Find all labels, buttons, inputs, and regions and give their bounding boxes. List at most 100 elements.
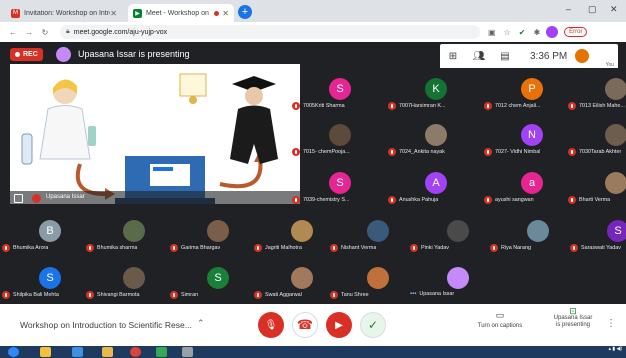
participant-name: Garima Bhargav [181,245,221,251]
url-field[interactable]: 🔒︎ meet.google.com/aju-yujp-vox [60,25,480,39]
avatar [605,172,626,194]
participant-tile[interactable]: S Shilpika Bali Mehta [2,267,98,301]
participant-tile[interactable]: Shivangi Barmota [86,267,182,301]
participant-tile[interactable]: A Anushka Pahuja [388,172,484,206]
participant-tile[interactable]: ▪▪▪ Upasana Issar [410,267,506,301]
participant-tile[interactable]: a ayushi sangwan [484,172,580,206]
mic-off-icon [410,244,418,252]
maximize-icon[interactable]: ▢ [588,4,597,15]
folder-icon[interactable] [102,347,113,357]
participant-name: Bhumika Arora [13,245,49,251]
mic-off-button[interactable]: 🎙︎ [258,312,284,338]
avatar [291,267,313,289]
participant-name: 7030Tarab Akhter [579,149,622,155]
paint-icon[interactable] [182,347,193,357]
participant-name-row: 7039-chemistry S... [292,196,388,204]
participant-tile[interactable]: N 7027- Vidhi Nimbal [484,124,580,158]
mic-off-icon [170,244,178,252]
participant-name: Shivangi Barmota [97,292,140,298]
presenter-text: Upasana Issar is presenting [78,49,190,59]
present-button[interactable]: ⊡ Upasana Issar is presenting [546,307,600,329]
self-avatar[interactable] [575,49,590,63]
participant-tile[interactable]: B Bhumika Arora [2,220,98,254]
participant-name-row: ayushi sangwan [484,196,580,204]
participant-tile[interactable]: S Saraswati Yadav [570,220,626,254]
raise-hand-button[interactable]: ✓ [360,312,386,338]
star-icon[interactable]: ☆ [504,28,511,37]
chevron-up-icon[interactable]: ⌃ [197,318,205,329]
close-icon[interactable]: ✕ [222,9,229,18]
participant-tile[interactable]: S Simran [170,267,266,301]
chat-icon[interactable]: ▤ [492,51,518,62]
participant-tile[interactable]: Bhumika sharma [86,220,182,254]
meeting-title[interactable]: Workshop on Introduction to Scientific R… [20,320,192,330]
participant-tile[interactable]: 7013 Eilish Mahe... [568,78,626,112]
participant-name: Bharti Verma [579,197,611,203]
mic-off-icon [388,196,396,204]
new-tab-icon[interactable]: + [238,5,252,19]
back-icon[interactable]: ← [6,28,20,37]
grid-icon[interactable]: ⊞ [440,51,466,62]
avatar: S [207,267,229,289]
captions-button[interactable]: ▭ Turn on captions [474,310,526,329]
mic-off-icon [570,244,578,252]
avatar: A [425,172,447,194]
tab-meet[interactable]: ▶ Meet - Workshop on Introdu... ✕ [128,4,234,22]
avatar [425,124,447,146]
start-icon[interactable] [8,347,19,357]
participant-tile[interactable]: 7015- chemPooja... [292,124,388,158]
mic-off-icon [32,194,41,203]
tab-invitation[interactable]: M Invitation: Workshop on Introd... ✕ [6,4,122,22]
hang-up-button[interactable]: ☎︎ [292,312,318,338]
browser-tab-strip: M Invitation: Workshop on Introd... ✕ ▶ … [0,0,626,22]
reload-icon[interactable]: ↻ [38,28,52,37]
participant-tile[interactable]: 7030Tarab Akhter [568,124,626,158]
participant-tile[interactable]: 7024_Ankita nayak [388,124,484,158]
avatar [207,220,229,242]
avatar: P [521,78,543,100]
arrow-curve-right [219,158,263,189]
participant-name: Saraswati Yadav [581,245,621,251]
participant-tile[interactable]: S 7005Kriti Sharma [292,78,388,112]
participant-name-row: Bhumika sharma [86,244,182,252]
people-icon[interactable]: 👥︎ [466,51,492,62]
diploma-seal [189,96,197,104]
lab-coat [39,105,91,160]
graduate-head [245,87,263,105]
error-button[interactable]: Error [564,27,588,37]
diploma [179,73,207,97]
more-icon[interactable]: ⋮ [606,318,616,329]
pin-icon[interactable] [14,194,23,203]
avatar: N [521,124,543,146]
ie-icon[interactable] [72,347,83,357]
participant-tile[interactable]: P 7012 chem Anjali... [484,78,580,112]
app-icon[interactable] [156,347,167,357]
window-close-icon[interactable]: ✕ [610,4,618,15]
participant-name: Tanu Shree [341,292,369,298]
mic-off-icon [254,244,262,252]
participant-name-row: 7005Kriti Sharma [292,102,388,110]
participant-tile[interactable]: K 7007Harsimran K... [388,78,484,112]
avatar: K [425,78,447,100]
accepted-stamp [153,167,173,171]
camera-off-button[interactable]: ▶︎ [326,312,352,338]
participant-tile[interactable]: Bharti Verma [568,172,626,206]
participant-tile[interactable]: Garima Bhargav [170,220,266,254]
participant-tile[interactable]: S 7039-chemistry S... [292,172,388,206]
check-icon: ✓ [367,318,379,332]
slide-illustration [21,73,278,204]
participant-name: 7012 chem Anjali... [495,103,541,109]
forward-icon[interactable]: → [22,28,36,37]
minimize-icon[interactable]: – [566,4,571,14]
arrow-curve-left [75,163,106,196]
check-extension-icon[interactable]: ✔ [519,28,526,37]
flask [88,126,96,146]
camera-icon[interactable]: ▣ [488,28,496,37]
chrome-icon[interactable] [130,347,141,357]
participant-name: Pinki Yadav [421,245,449,251]
participant-name-row: Bhumika Arora [2,244,98,252]
close-icon[interactable]: ✕ [110,9,117,18]
puzzle-icon[interactable]: ✱ [533,28,540,37]
explorer-icon[interactable] [40,347,51,357]
profile-avatar[interactable] [546,26,559,38]
